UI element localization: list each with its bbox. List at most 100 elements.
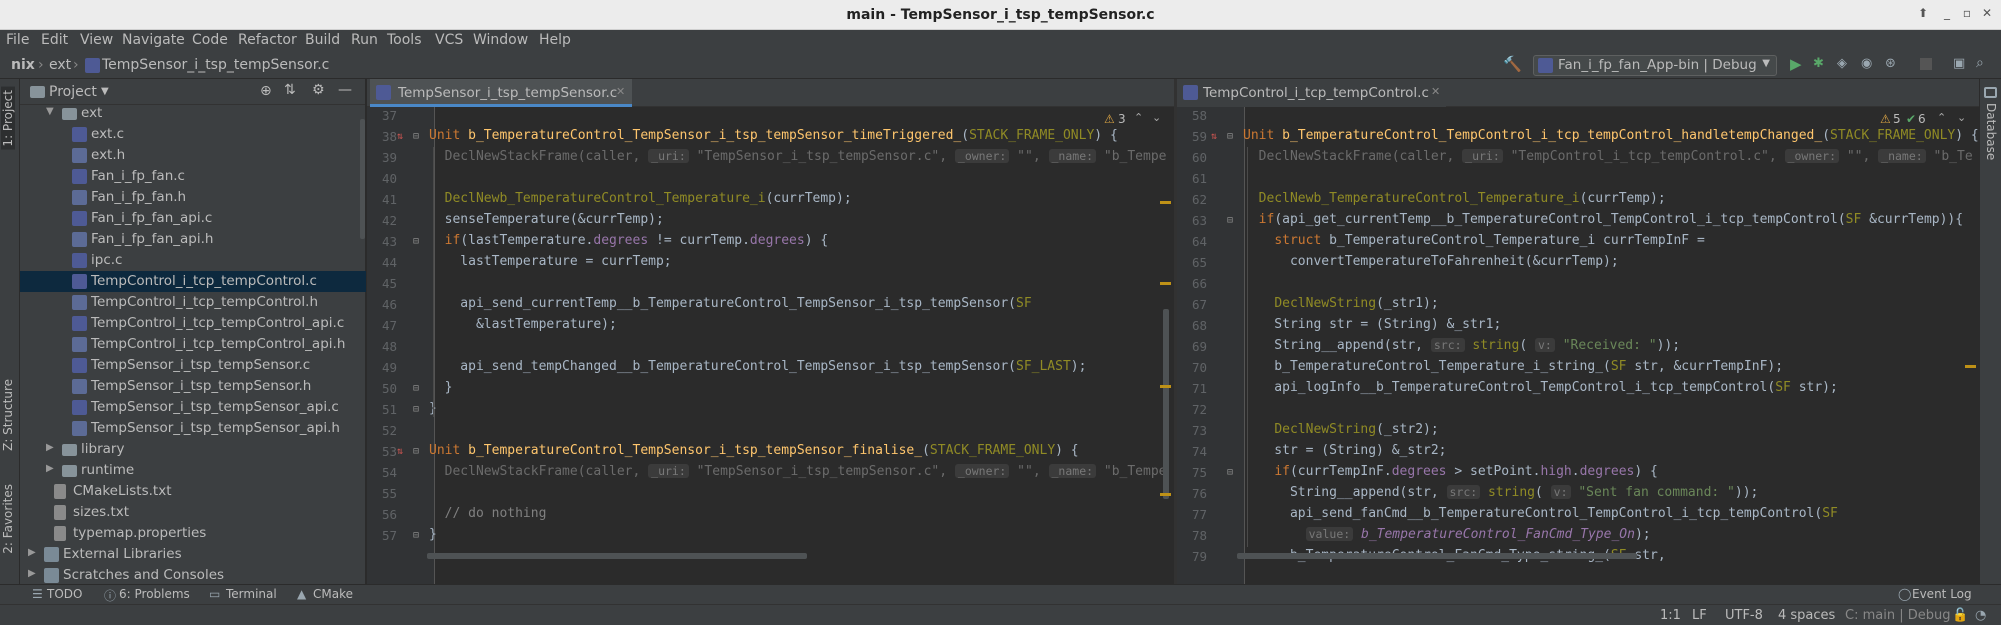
tree-item[interactable]: CMakeLists.txt [20, 481, 366, 502]
inspector-icon[interactable]: ◔ [1975, 608, 1986, 623]
code-line[interactable]: DeclNewStackFrame(caller, _uri: "TempSen… [429, 149, 1167, 170]
fold-icon[interactable]: ⊟ [413, 383, 419, 394]
go-to-declaration-icon[interactable]: ⇅ [1211, 131, 1217, 142]
code-line[interactable]: b_TemperatureControl_Temperature_i_strin… [1243, 359, 1783, 380]
collapsed-arrow-icon[interactable]: ▶ [46, 463, 54, 474]
tree-scrollbar[interactable] [360, 119, 365, 239]
tree-item[interactable]: ▶ External Libraries [20, 544, 366, 565]
tree-item[interactable]: ext.c [20, 124, 366, 145]
tool-terminal[interactable]: Terminal [226, 587, 277, 601]
tool-todo[interactable]: TODO [47, 587, 82, 601]
menu-build[interactable]: Build [305, 32, 340, 48]
fold-icon[interactable]: ⊟ [1227, 215, 1233, 226]
tree-item[interactable]: Fan_i_fp_fan_api.c [20, 208, 366, 229]
tree-item[interactable]: TempControl_i_tcp_tempControl_api.c [20, 313, 366, 334]
tab-tempcontrol-c[interactable]: TempControl_i_tcp_tempControl.c ✕ [1177, 79, 1446, 107]
structure-tool-tab[interactable]: Z: Structure [1, 379, 15, 451]
stop-icon[interactable] [1920, 58, 1932, 70]
code-line[interactable]: DeclNewb_TemperatureControl_Temperature_… [1243, 191, 1666, 212]
tree-item[interactable]: TempSensor_i_tsp_tempSensor_api.c [20, 397, 366, 418]
tree-item[interactable]: typemap.properties [20, 523, 366, 544]
line-separator[interactable]: LF [1692, 608, 1707, 623]
breadcrumb-file[interactable]: TempSensor_i_tsp_tempSensor.c [102, 57, 329, 73]
tree-item[interactable]: TempControl_i_tcp_tempControl_api.h [20, 334, 366, 355]
code-line[interactable]: if(lastTemperature.degrees != currTemp.d… [429, 233, 829, 254]
tool-problems[interactable]: 6: Problems [119, 587, 190, 601]
code-line[interactable]: Unit b_TemperatureControl_TempSensor_i_t… [429, 128, 1118, 149]
resolve-context[interactable]: C: main | Debug [1845, 608, 1950, 623]
build-hammer-icon[interactable]: 🔨 [1503, 55, 1522, 73]
code-line[interactable]: senseTemperature(&currTemp); [429, 212, 664, 233]
run-config-select[interactable]: Fan_i_fp_fan_App-bin | Debug ▼ [1533, 55, 1777, 76]
breadcrumb-root[interactable]: nix [11, 57, 35, 73]
debug-bug-icon[interactable]: ✱ [1813, 56, 1824, 71]
code-line[interactable]: lastTemperature = currTemp; [429, 254, 671, 275]
fold-icon[interactable]: ⊟ [413, 530, 419, 541]
code-line[interactable]: str = (String) &_str2; [1243, 443, 1446, 464]
go-to-declaration-icon[interactable]: ⇅ [397, 446, 403, 457]
close-tab-icon[interactable]: ✕ [616, 85, 625, 98]
tree-item[interactable]: sizes.txt [20, 502, 366, 523]
collapsed-arrow-icon[interactable]: ▶ [28, 568, 36, 579]
database-tool-tab[interactable]: Database [1984, 103, 1998, 160]
code-line[interactable]: struct b_TemperatureControl_Temperature_… [1243, 233, 1704, 254]
tree-item[interactable]: ▶ library [20, 439, 366, 460]
caret-position[interactable]: 1:1 [1660, 608, 1681, 623]
code-line[interactable]: api_send_tempChanged__b_TemperatureContr… [429, 359, 1086, 380]
tree-item[interactable]: Fan_i_fp_fan.h [20, 187, 366, 208]
tree-item[interactable]: ▶ runtime [20, 460, 366, 481]
code-line[interactable]: convertTemperatureToFahrenheit(&currTemp… [1243, 254, 1619, 275]
error-stripe-mark[interactable] [1160, 282, 1171, 285]
window-up-icon[interactable]: ⬆ [1914, 6, 1932, 24]
maximize-icon[interactable]: ▫ [1958, 6, 1976, 24]
editor-left-hscrollbar[interactable] [427, 553, 807, 559]
project-tool-tab[interactable]: 1: Project [1, 87, 15, 150]
close-tab-icon[interactable]: ✕ [1431, 85, 1440, 98]
minimize-icon[interactable]: _ [1938, 6, 1956, 24]
menu-refactor[interactable]: Refactor [238, 32, 297, 48]
collapsed-arrow-icon[interactable]: ▶ [28, 547, 36, 558]
tree-item[interactable]: ▶ Scratches and Consoles [20, 565, 366, 584]
project-structure-icon[interactable]: ▣ [1953, 56, 1965, 71]
fold-icon[interactable]: ⊟ [413, 131, 419, 142]
menu-vcs[interactable]: VCS [435, 32, 463, 48]
close-icon[interactable]: ✕ [1978, 6, 1996, 24]
tree-item[interactable]: Fan_i_fp_fan.c [20, 166, 366, 187]
run-icon[interactable]: ▶ [1790, 55, 1802, 73]
locate-file-icon[interactable]: ⊕ [260, 83, 272, 99]
tree-item[interactable]: TempSensor_i_tsp_tempSensor.h [20, 376, 366, 397]
menu-view[interactable]: View [80, 32, 113, 48]
menu-navigate[interactable]: Navigate [122, 32, 185, 48]
profile-icon[interactable]: ◉ [1861, 56, 1872, 71]
code-line[interactable]: String str = (String) &_str1; [1243, 317, 1501, 338]
lock-icon[interactable]: 🔓 [1952, 608, 1968, 623]
error-stripe-mark[interactable] [1965, 365, 1976, 368]
editor-left-code[interactable]: 37 38 Unit b_TemperatureControl_TempSensor… [367, 107, 1174, 584]
code-line[interactable]: DeclNewString(_str2); [1243, 422, 1438, 443]
chevron-down-icon[interactable]: ▼ [101, 86, 109, 97]
fold-icon[interactable]: ⊟ [413, 446, 419, 457]
search-icon[interactable]: ⌕ [1976, 55, 1984, 71]
code-line[interactable]: api_send_currentTemp__b_TemperatureContr… [429, 296, 1031, 317]
gear-icon[interactable]: ⚙ [312, 82, 325, 98]
tree-item[interactable]: ext.h [20, 145, 366, 166]
editor-right-hscrollbar[interactable] [1237, 553, 1637, 559]
menu-file[interactable]: File [6, 32, 29, 48]
menu-edit[interactable]: Edit [41, 32, 68, 48]
collapsed-arrow-icon[interactable]: ▶ [46, 442, 54, 453]
error-stripe-mark[interactable] [1160, 201, 1171, 204]
indent-setting[interactable]: 4 spaces [1778, 608, 1835, 623]
code-line[interactable]: DeclNewString(_str1); [1243, 296, 1438, 317]
code-line[interactable]: api_send_fanCmd__b_TemperatureControl_Te… [1243, 506, 1838, 527]
fold-icon[interactable]: ⊟ [413, 404, 419, 415]
tab-tempsensor-c[interactable]: TempSensor_i_tsp_tempSensor.c ✕ [370, 79, 632, 107]
tool-event-log[interactable]: Event Log [1912, 587, 1972, 601]
tool-cmake[interactable]: CMake [313, 587, 353, 601]
file-encoding[interactable]: UTF-8 [1725, 608, 1763, 623]
menu-tools[interactable]: Tools [387, 32, 422, 48]
code-line[interactable]: // do nothing [429, 506, 547, 527]
tree-item[interactable]: TempControl_i_tcp_tempControl.h [20, 292, 366, 313]
expanded-arrow-icon[interactable]: ▼ [46, 106, 54, 117]
error-stripe-mark[interactable] [1160, 385, 1171, 388]
tree-item[interactable]: Fan_i_fp_fan_api.h [20, 229, 366, 250]
